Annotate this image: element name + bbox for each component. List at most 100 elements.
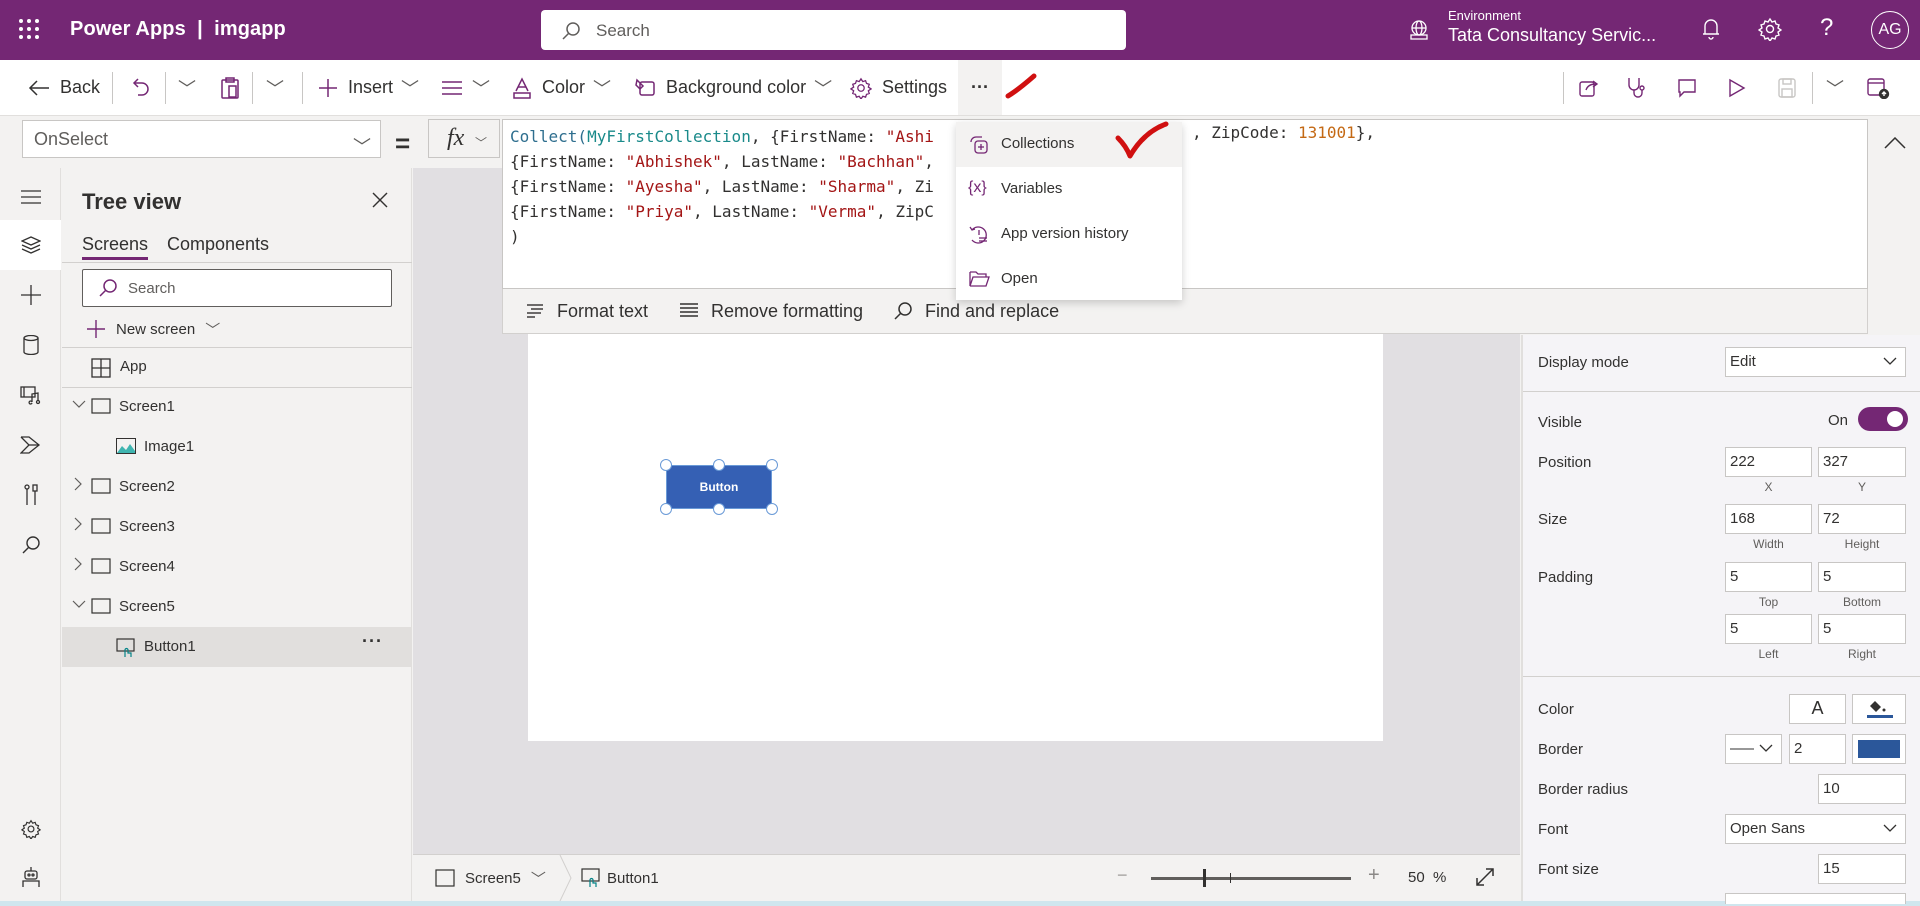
- padding-right-input[interactable]: 5: [1818, 614, 1906, 644]
- resize-handle[interactable]: [713, 459, 725, 471]
- resize-handle[interactable]: [660, 503, 672, 515]
- function-button[interactable]: fx ﹀: [428, 119, 500, 158]
- resize-handle[interactable]: [766, 459, 778, 471]
- undo-button[interactable]: [132, 60, 152, 115]
- menu-item-variables[interactable]: {x} Variables: [956, 167, 1182, 212]
- global-search-input[interactable]: Search: [541, 10, 1126, 50]
- next-property-input[interactable]: [1725, 893, 1906, 904]
- color-button[interactable]: Color ﹀: [512, 60, 611, 115]
- formula-editor[interactable]: Collect(MyFirstCollection, {FirstName: "…: [502, 119, 1868, 289]
- insert-plus-icon[interactable]: [0, 270, 61, 320]
- tree-view-layers-icon[interactable]: [0, 220, 61, 270]
- menu-item-open[interactable]: Open: [956, 257, 1182, 302]
- paste-dropdown[interactable]: ﹀: [266, 60, 284, 115]
- more-options-button[interactable]: ···: [362, 631, 383, 652]
- text-color-button[interactable]: A: [1789, 694, 1846, 724]
- resize-handle[interactable]: [713, 503, 725, 515]
- resize-handle[interactable]: [660, 459, 672, 471]
- zoom-out-button[interactable]: −: [1117, 865, 1128, 886]
- zoom-slider[interactable]: [1151, 877, 1351, 880]
- fit-to-window-icon[interactable]: [1475, 867, 1495, 887]
- more-options-button[interactable]: ···: [958, 60, 1002, 115]
- search-icon[interactable]: [0, 520, 61, 570]
- display-mode-label: Display mode: [1538, 354, 1629, 371]
- undo-dropdown[interactable]: ﹀: [178, 60, 196, 115]
- tree-item-screen5[interactable]: Screen5: [62, 587, 412, 627]
- height-input[interactable]: 72: [1818, 504, 1906, 534]
- insert-button[interactable]: Insert ﹀: [318, 60, 419, 115]
- app-launcher-icon[interactable]: [18, 18, 40, 40]
- resize-handle[interactable]: [766, 503, 778, 515]
- tab-components[interactable]: Components: [167, 234, 269, 255]
- border-color-button[interactable]: [1852, 734, 1906, 764]
- remove-formatting-button[interactable]: Remove formatting: [679, 289, 863, 333]
- app-grid-icon: [91, 358, 111, 378]
- chevron-right-icon[interactable]: [74, 477, 82, 491]
- breadcrumb-screen[interactable]: Screen5 ﹀: [435, 855, 546, 901]
- background-color-button[interactable]: Background color ﹀: [634, 60, 832, 115]
- chevron-down-icon[interactable]: [72, 600, 86, 608]
- border-style-dropdown[interactable]: [1725, 734, 1782, 764]
- help-icon[interactable]: ?: [1820, 14, 1833, 42]
- user-avatar[interactable]: AG: [1871, 11, 1909, 49]
- visible-toggle[interactable]: [1858, 407, 1908, 431]
- breadcrumb-control[interactable]: Button1: [581, 855, 659, 901]
- paste-button[interactable]: [220, 60, 240, 115]
- app-screen-canvas[interactable]: [528, 289, 1383, 741]
- tree-item-button1[interactable]: Button1 ···: [62, 627, 412, 667]
- padding-bottom-input[interactable]: 5: [1818, 562, 1906, 592]
- menu-hamburger-icon[interactable]: [0, 172, 61, 222]
- tab-screens[interactable]: Screens: [82, 234, 149, 260]
- tree-item-screen4[interactable]: Screen4: [62, 547, 412, 587]
- display-mode-dropdown[interactable]: Edit: [1725, 347, 1906, 377]
- padding-left-input[interactable]: 5: [1725, 614, 1812, 644]
- copilot-bot-icon[interactable]: [0, 852, 61, 902]
- chevron-down-icon[interactable]: [72, 400, 86, 408]
- close-icon[interactable]: [372, 192, 388, 208]
- zoom-in-button[interactable]: +: [1368, 864, 1380, 887]
- fx-icon: fx: [447, 125, 465, 151]
- power-automate-icon[interactable]: [0, 420, 61, 470]
- notifications-icon[interactable]: [1700, 17, 1722, 41]
- share-button[interactable]: [1578, 60, 1600, 115]
- data-database-icon[interactable]: [0, 320, 61, 370]
- app-checker-button[interactable]: [1626, 60, 1648, 115]
- tree-item-screen2[interactable]: Screen2: [62, 467, 412, 507]
- save-button[interactable]: [1778, 60, 1796, 115]
- save-dropdown[interactable]: ﹀: [1826, 60, 1844, 115]
- position-x-input[interactable]: 222: [1725, 447, 1812, 477]
- settings-gear-icon[interactable]: [1758, 17, 1782, 41]
- zoom-percentage: 50 %: [1408, 869, 1447, 886]
- format-text-button[interactable]: Format text: [525, 289, 648, 333]
- preview-play-button[interactable]: [1728, 60, 1746, 115]
- border-thickness-input[interactable]: 2: [1789, 734, 1846, 764]
- tree-item-screen1[interactable]: Screen1: [62, 387, 412, 427]
- chevron-right-icon[interactable]: [74, 517, 82, 531]
- media-icon[interactable]: [0, 370, 61, 420]
- width-input[interactable]: 168: [1725, 504, 1812, 534]
- padding-top-input[interactable]: 5: [1725, 562, 1812, 592]
- publish-button[interactable]: [1866, 60, 1890, 115]
- back-button[interactable]: Back: [28, 60, 100, 115]
- font-dropdown[interactable]: Open Sans: [1725, 814, 1906, 844]
- align-button[interactable]: ﹀: [442, 60, 490, 115]
- comments-button[interactable]: [1676, 60, 1698, 115]
- property-selector[interactable]: OnSelect ﹀: [22, 120, 381, 158]
- border-radius-input[interactable]: 10: [1818, 774, 1906, 804]
- new-screen-button[interactable]: New screen ﹀: [86, 314, 220, 344]
- tree-search-input[interactable]: Search: [82, 269, 392, 307]
- tree-item-app[interactable]: App: [62, 347, 412, 387]
- tree-item-image1[interactable]: Image1: [62, 427, 412, 467]
- settings-gear-icon[interactable]: [0, 804, 61, 854]
- zoom-slider-thumb[interactable]: [1203, 869, 1206, 887]
- font-size-input[interactable]: 15: [1818, 854, 1906, 884]
- settings-button[interactable]: Settings: [850, 60, 947, 115]
- advanced-tools-icon[interactable]: [0, 470, 61, 520]
- fill-color-button[interactable]: [1852, 694, 1906, 724]
- collapse-formula-button[interactable]: [1868, 119, 1920, 169]
- position-y-input[interactable]: 327: [1818, 447, 1906, 477]
- menu-item-app-version-history[interactable]: App version history: [956, 212, 1182, 257]
- chevron-right-icon[interactable]: [74, 557, 82, 571]
- environment-name[interactable]: Tata Consultancy Servic...: [1448, 25, 1656, 46]
- tree-item-screen3[interactable]: Screen3: [62, 507, 412, 547]
